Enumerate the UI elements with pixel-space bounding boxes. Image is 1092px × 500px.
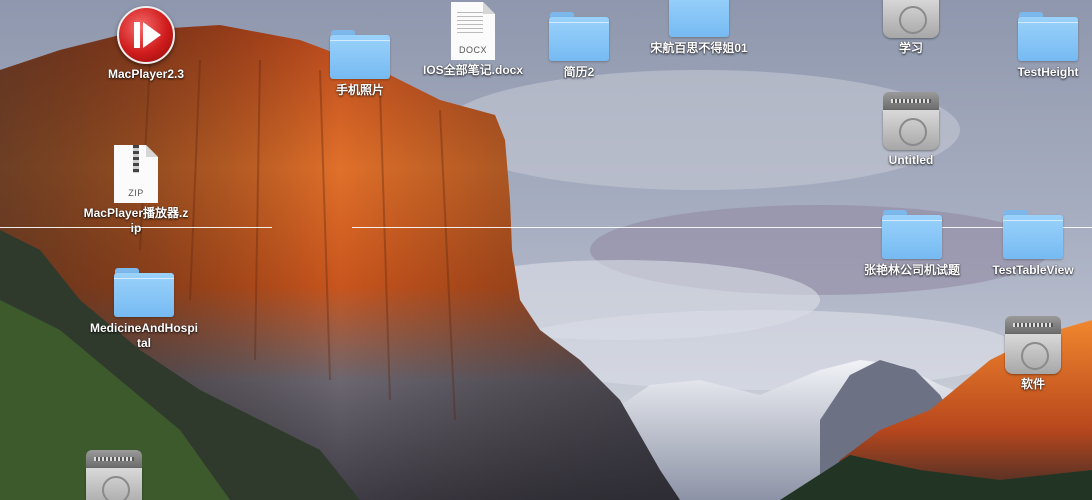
desktop-icon-label: Untitled — [888, 153, 934, 167]
folder-icon — [1003, 210, 1063, 260]
zip-file-fold — [146, 145, 158, 157]
desktop-icon-macplayer-app[interactable]: MacPlayer2.3 — [86, 6, 206, 82]
desktop-icon-label: 宋航百思不得姐01 — [650, 41, 748, 55]
desktop-icon-testheight-folder[interactable]: TestHeight — [988, 12, 1092, 80]
desktop-icon-untitled-disk[interactable]: Untitled — [851, 92, 971, 168]
red-play-app-icon-triangle — [143, 22, 161, 48]
disk-top — [883, 92, 939, 110]
folder-body — [330, 35, 390, 79]
desktop-icon-testtableview-folder[interactable]: TestTableView — [973, 210, 1092, 278]
zip-file-badge: ZIP — [128, 188, 144, 198]
hard-disk-icon — [883, 92, 939, 150]
hard-disk-icon — [86, 450, 142, 500]
desktop-icon-macplayer-zip[interactable]: ZIP MacPlayer播放器.zip — [76, 145, 196, 236]
desktop-icon-study-disk[interactable]: 学习 — [851, 0, 971, 56]
desktop-icon-label: MedicineAndHospital — [90, 321, 199, 350]
desktop-icon-label: 张艳林公司机试题 — [863, 263, 960, 277]
red-play-app-icon-bar — [134, 22, 140, 48]
hard-disk-icon — [1005, 316, 1061, 374]
desktop-icon-label: MacPlayer2.3 — [107, 67, 185, 81]
desktop-icon-label: IOS全部笔记.docx — [422, 63, 523, 77]
disk-base — [883, 0, 939, 38]
docx-file-icon: DOCX — [451, 2, 495, 60]
disk-base — [86, 468, 142, 500]
desktop-icon-label: 学习 — [898, 41, 923, 55]
folder-body — [114, 273, 174, 317]
folder-icon — [114, 268, 174, 318]
disk-base — [1005, 334, 1061, 374]
desktop-icon-ios-notes-docx[interactable]: DOCX IOS全部笔记.docx — [413, 2, 533, 78]
folder-body — [1018, 17, 1078, 61]
disk-top — [1005, 316, 1061, 334]
folder-icon — [669, 0, 729, 38]
folder-body — [669, 0, 729, 37]
desktop-icon-software-disk[interactable]: 软件 — [973, 316, 1092, 392]
folder-body — [549, 17, 609, 61]
disk-top — [86, 450, 142, 468]
folder-icon — [882, 210, 942, 260]
disk-base — [883, 110, 939, 150]
docx-file-badge: DOCX — [458, 45, 487, 55]
docx-file-lines — [457, 12, 483, 34]
zip-file-zipper — [133, 145, 139, 173]
folder-body — [882, 215, 942, 259]
desktop-icon-company-test-folder[interactable]: 张艳林公司机试题 — [852, 210, 972, 278]
desktop-icon-resume2-folder[interactable]: 简历2 — [519, 12, 639, 80]
desktop-icon-label: 手机照片 — [335, 83, 384, 97]
desktop-icon-label: 简历2 — [563, 65, 595, 79]
desktop-icon-phone-photos-folder[interactable]: 手机照片 — [300, 30, 420, 98]
desktop-icon-medicineandhospital-folder[interactable]: MedicineAndHospital — [84, 268, 204, 351]
hard-disk-icon — [883, 0, 939, 38]
zip-file-icon: ZIP — [114, 145, 158, 203]
desktop-icon-songhang-folder[interactable]: 宋航百思不得姐01 — [639, 0, 759, 56]
desktop-icon-label: TestHeight — [1017, 65, 1079, 79]
desktop-icon-partial-disk[interactable] — [54, 450, 174, 500]
folder-icon — [549, 12, 609, 62]
desktop-icon-label: TestTableView — [992, 263, 1074, 277]
folder-body — [1003, 215, 1063, 259]
desktop-icon-label: MacPlayer播放器.zip — [83, 206, 189, 235]
desktop[interactable]: MacPlayer2.3 ZIP MacPlayer播放器.zip Medici… — [0, 0, 1092, 500]
red-play-app-icon — [117, 6, 175, 64]
folder-icon — [1018, 12, 1078, 62]
desktop-icon-label: 软件 — [1020, 377, 1045, 391]
docx-file-fold — [483, 2, 495, 14]
folder-icon — [330, 30, 390, 80]
